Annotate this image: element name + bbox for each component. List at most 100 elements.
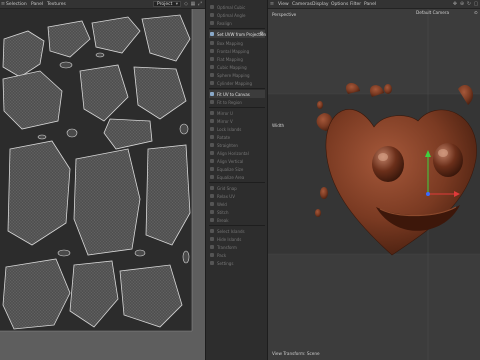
cmd-box-mapping[interactable]: Box Mapping [209,39,265,47]
command-icon [210,159,214,163]
command-icon [210,261,214,265]
cmd-label: Straighten [217,142,238,148]
cmd-settings[interactable]: Settings [209,259,265,267]
cmd-label: Cylinder Mapping [217,80,252,86]
cmd-sphere-mapping[interactable]: Sphere Mapping [209,71,265,79]
command-icon [210,92,214,96]
menu-options[interactable]: Options [331,2,348,7]
menu-panel[interactable]: Panel [31,2,43,7]
command-icon [210,194,214,198]
project-dropdown-value: Project [157,2,173,7]
rotate-icon[interactable]: ↻ [466,1,472,7]
cmd-equalize-area[interactable]: Equalize Area [209,173,265,181]
cmd-label: Transform [217,244,237,250]
cmd-label: Optimal Cubic [217,4,246,10]
command-icon [210,32,214,36]
command-icon [210,41,214,45]
menu-textures[interactable]: Textures [47,2,66,7]
edge-label: Width [272,123,285,128]
3d-viewport[interactable]: Perspective Default Camera ⊙ Width View … [268,9,480,360]
view-name-label: Perspective [272,12,297,17]
cmd-label: Frontal Mapping [217,48,250,54]
cmd-equalize-size[interactable]: Equalize Size [209,165,265,173]
cmd-break[interactable]: Break [209,216,265,224]
cmd-flat-mapping[interactable]: Flat Mapping [209,55,265,63]
cmd-optimal-cubic[interactable]: Optimal Cubic [209,3,265,11]
cmd-straighten[interactable]: Straighten [209,141,265,149]
left-eye [372,146,404,182]
uv-islands [0,9,205,360]
layout-icon[interactable]: ▢ [473,1,479,7]
cmd-label: Fit UV to Canvas [217,91,250,97]
command-icon [210,57,214,61]
cmd-transform[interactable]: Transform [209,243,265,251]
command-icon [210,245,214,249]
command-icon [210,100,214,104]
menu-cameras[interactable]: Cameras [292,2,312,7]
cmd-pack[interactable]: Pack [209,251,265,259]
camera-menu-icon[interactable]: ⊙ [474,10,478,15]
cmd-realign[interactable]: Realign [209,19,265,27]
menu-icon[interactable]: ≡ [269,1,275,7]
command-icon [210,111,214,115]
divider [209,107,265,108]
menu-view[interactable]: View [278,2,289,7]
command-icon [210,65,214,69]
menu-selection[interactable]: Selection [6,2,27,7]
cmd-frontal-mapping[interactable]: Frontal Mapping [209,47,265,55]
cmd-set-uvw-from-projection[interactable]: Set UVW from Projection ⚙ [209,30,266,38]
right-eye [433,143,463,177]
cmd-cylinder-mapping[interactable]: Cylinder Mapping [209,79,265,87]
cmd-label: Break [217,217,229,223]
3d-scene [268,9,480,360]
cmd-fit-to-region[interactable]: Fit to Region [209,98,265,106]
zoom-icon[interactable]: ⊕ [459,1,465,7]
menu-filter[interactable]: Filter [350,2,361,7]
cmd-align-vertical[interactable]: Align Vertical [209,157,265,165]
cmd-weld[interactable]: Weld [209,200,265,208]
pin-icon[interactable]: ◇ [183,1,189,7]
cmd-cubic-mapping[interactable]: Cubic Mapping [209,63,265,71]
uv-editor-panel: ≡ Selection Panel Textures Project ▾ ◇ ▦… [0,0,205,360]
command-icon [210,253,214,257]
cmd-lock-islands[interactable]: Lock Islands [209,125,265,133]
chevron-down-icon: ▾ [175,2,178,7]
camera-name-label[interactable]: Default Camera [416,10,449,15]
cmd-select-islands[interactable]: Select Islands [209,227,265,235]
cmd-relax-uv[interactable]: Relax UV [209,192,265,200]
menu-panel[interactable]: Panel [364,2,376,7]
cmd-label: Grid Snap [217,185,237,191]
cmd-fit-uv-to-canvas[interactable]: Fit UV to Canvas [209,90,265,98]
command-icon [210,13,214,17]
cmd-label: Optimal Angle [217,12,246,18]
cmd-mirror-v[interactable]: Mirror V [209,117,265,125]
grid-icon[interactable]: ▦ [190,1,196,7]
divider [209,28,265,29]
cmd-stitch[interactable]: Stitch [209,208,265,216]
command-icon [210,175,214,179]
cmd-label: Weld [217,201,227,207]
cmd-label: Align Vertical [217,158,244,164]
project-dropdown[interactable]: Project ▾ [153,1,181,7]
cmd-grid-snap[interactable]: Grid Snap [209,184,265,192]
command-icon [210,5,214,9]
cmd-label: Cubic Mapping [217,64,247,70]
expand-icon[interactable]: ⤢ [197,1,203,7]
cmd-align-horizontal[interactable]: Align Horizontal [209,149,265,157]
cmd-hide-islands[interactable]: Hide Islands [209,235,265,243]
cmd-label: Flat Mapping [217,56,243,62]
gear-icon[interactable]: ⚙ [260,31,264,37]
cmd-rotate[interactable]: Rotate [209,133,265,141]
command-icon [210,135,214,139]
menu-display[interactable]: Display [312,2,329,7]
uv-menubar: ≡ Selection Panel Textures Project ▾ ◇ ▦… [0,0,205,9]
move-icon[interactable]: ✥ [452,1,458,7]
command-icon [210,119,214,123]
uv-canvas[interactable] [0,9,205,360]
cmd-label: Settings [217,260,234,266]
divider [209,225,265,226]
cmd-optimal-angle[interactable]: Optimal Angle [209,11,265,19]
cmd-mirror-u[interactable]: Mirror U [209,109,265,117]
cmd-label: Fit to Region [217,99,242,105]
view-transform-label: View Transform: Scene [272,351,320,356]
